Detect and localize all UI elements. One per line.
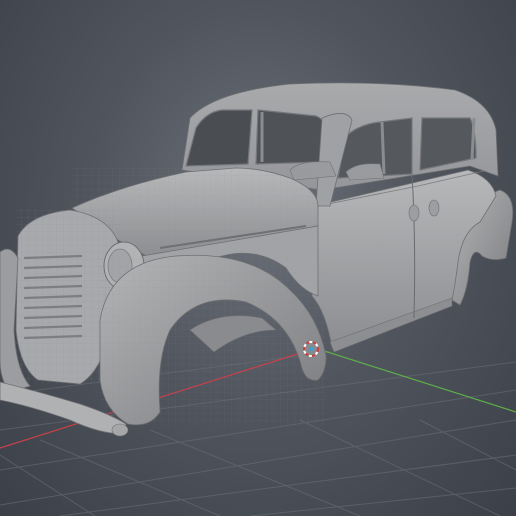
scene-canvas[interactable] bbox=[0, 0, 516, 516]
3d-viewport[interactable] bbox=[0, 0, 516, 516]
bumper-end bbox=[111, 423, 129, 437]
door-handle bbox=[408, 204, 420, 222]
door-handle bbox=[428, 199, 440, 217]
window-frame bbox=[470, 117, 476, 161]
car-model[interactable] bbox=[0, 82, 514, 437]
window-front bbox=[255, 109, 327, 165]
y-axis-line bbox=[314, 347, 516, 413]
window-frame bbox=[380, 121, 386, 175]
